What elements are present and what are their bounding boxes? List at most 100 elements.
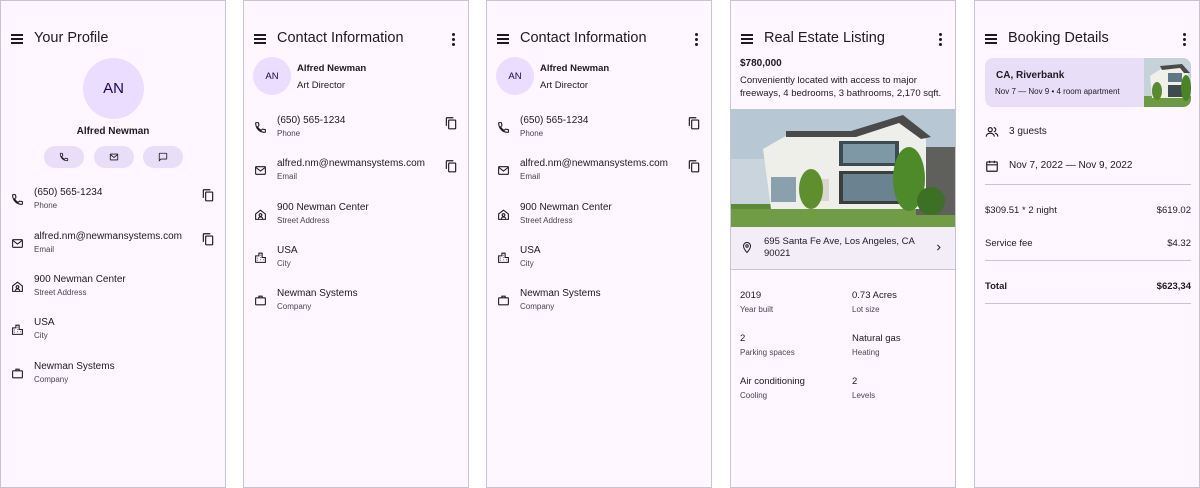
- more-vert-icon[interactable]: [695, 33, 699, 46]
- spec-value: 0.73 Acres: [852, 290, 897, 301]
- email-label: Email: [520, 172, 541, 181]
- contact-screen: Contact Information AN Alfred Newman Art…: [243, 0, 469, 488]
- nightly-fee-label: $309.51 * 2 night: [985, 205, 1057, 216]
- company-row[interactable]: Newman Systems Company: [487, 282, 711, 322]
- contact-role: Art Director: [540, 80, 589, 91]
- spec-year-built: 2019 Year built: [740, 290, 773, 314]
- phone-value: (650) 565-1234: [277, 115, 346, 126]
- message-icon: [158, 152, 168, 162]
- booking-city: CA, Riverbank: [996, 70, 1065, 81]
- phone-icon: [59, 152, 69, 162]
- location-pin-icon: [742, 241, 752, 254]
- nightly-fee-amount: $619.02: [1156, 205, 1191, 216]
- spec-cooling: Air conditioning Cooling: [740, 376, 805, 400]
- more-vert-icon[interactable]: [1183, 33, 1187, 46]
- city-icon: [12, 324, 23, 335]
- calendar-icon: [986, 160, 998, 172]
- spec-parking: 2 Parking spaces: [740, 333, 795, 357]
- company-label: Company: [520, 302, 555, 311]
- phone-row[interactable]: (650) 565-1234 Phone: [1, 181, 225, 221]
- company-row[interactable]: Newman Systems Company: [244, 282, 468, 322]
- copy-icon[interactable]: [201, 188, 215, 202]
- email-button[interactable]: [94, 146, 134, 168]
- email-row[interactable]: alfred.nm@newmansystems.com Email: [1, 225, 225, 265]
- avatar: AN: [83, 58, 144, 119]
- city-row[interactable]: USA City: [487, 239, 711, 279]
- spec-value: 2: [740, 333, 746, 344]
- home-icon: [255, 209, 266, 220]
- listing-address: 695 Santa Fe Ave, Los Angeles, CA 90021: [764, 236, 915, 259]
- message-button[interactable]: [143, 146, 183, 168]
- email-row[interactable]: alfred.nm@newmansystems.com Email: [244, 152, 468, 192]
- email-row[interactable]: alfred.nm@newmansystems.com Email: [487, 152, 711, 192]
- address-row[interactable]: 900 Newman Center Street Address: [487, 196, 711, 236]
- menu-icon[interactable]: [497, 33, 511, 45]
- page-title: Booking Details: [1008, 30, 1109, 46]
- menu-icon[interactable]: [11, 33, 25, 45]
- copy-icon[interactable]: [444, 116, 458, 130]
- city-value: USA: [520, 245, 541, 256]
- city-row[interactable]: USA City: [244, 239, 468, 279]
- booking-summary: Nov 7 — Nov 9 • 4 room apartment: [995, 87, 1120, 96]
- address-value: 900 Newman Center: [277, 202, 369, 213]
- dates-row: Nov 7, 2022 — Nov 9, 2022: [975, 154, 1199, 178]
- profile-screen: Your Profile AN Alfred Newman (650) 565-…: [0, 0, 226, 488]
- spec-heating: Natural gas Heating: [852, 333, 901, 357]
- menu-icon[interactable]: [741, 33, 755, 45]
- home-icon: [498, 209, 509, 220]
- listing-screen: Real Estate Listing $780,000 Convenientl…: [730, 0, 956, 488]
- spec-label: Levels: [852, 391, 876, 400]
- company-label: Company: [277, 302, 312, 311]
- email-icon: [12, 239, 23, 248]
- address-row[interactable]: 900 Newman Center Street Address: [1, 268, 225, 308]
- email-value: alfred.nm@newmansystems.com: [520, 158, 668, 169]
- call-button[interactable]: [44, 146, 84, 168]
- city-row[interactable]: USA City: [1, 311, 225, 351]
- copy-icon[interactable]: [201, 232, 215, 246]
- more-vert-icon[interactable]: [452, 33, 456, 46]
- booking-screen: Booking Details CA, Riverbank Nov 7 — No…: [974, 0, 1200, 488]
- phone-icon: [498, 122, 509, 133]
- address-link[interactable]: 695 Santa Fe Ave, Los Angeles, CA 90021: [731, 227, 955, 269]
- more-vert-icon[interactable]: [939, 33, 943, 46]
- phone-row[interactable]: (650) 565-1234 Phone: [487, 109, 711, 149]
- spec-label: Year built: [740, 305, 774, 314]
- phone-label: Phone: [34, 201, 58, 210]
- city-icon: [255, 252, 266, 263]
- contact-screen-alt: Contact Information AN Alfred Newman Art…: [486, 0, 712, 488]
- people-icon: [985, 127, 999, 137]
- spec-label: Lot size: [852, 305, 880, 314]
- menu-icon[interactable]: [254, 33, 268, 45]
- email-icon: [255, 166, 266, 175]
- city-label: City: [520, 259, 534, 268]
- booking-date-range: Nov 7, 2022 — Nov 9, 2022: [1009, 160, 1133, 171]
- spec-label: Heating: [852, 348, 880, 357]
- briefcase-icon: [12, 368, 23, 379]
- service-fee-label: Service fee: [985, 238, 1033, 249]
- city-icon: [498, 252, 509, 263]
- spec-value: 2019: [740, 290, 762, 301]
- phone-value: (650) 565-1234: [34, 187, 103, 198]
- company-row[interactable]: Newman Systems Company: [1, 355, 225, 395]
- copy-icon[interactable]: [444, 159, 458, 173]
- listing-description: Conveniently located with access to majo…: [740, 75, 942, 99]
- address-row[interactable]: 900 Newman Center Street Address: [244, 196, 468, 236]
- guests-row: 3 guests: [975, 120, 1199, 144]
- divider: [985, 303, 1191, 304]
- phone-value: (650) 565-1234: [520, 115, 589, 126]
- email-value: alfred.nm@newmansystems.com: [277, 158, 425, 169]
- phone-label: Phone: [277, 129, 301, 138]
- city-label: City: [34, 331, 48, 340]
- phone-row[interactable]: (650) 565-1234 Phone: [244, 109, 468, 149]
- address-value: 900 Newman Center: [520, 202, 612, 213]
- city-value: USA: [277, 245, 298, 256]
- email-label: Email: [277, 172, 298, 181]
- booking-card[interactable]: CA, Riverbank Nov 7 — Nov 9 • 4 room apa…: [985, 58, 1191, 107]
- contact-name: Alfred Newman: [540, 63, 610, 74]
- copy-icon[interactable]: [687, 116, 701, 130]
- spec-label: Parking spaces: [740, 348, 795, 357]
- spec-lot-size: 0.73 Acres Lot size: [852, 290, 897, 314]
- page-title: Contact Information: [520, 30, 647, 46]
- copy-icon[interactable]: [687, 159, 701, 173]
- menu-icon[interactable]: [985, 33, 999, 45]
